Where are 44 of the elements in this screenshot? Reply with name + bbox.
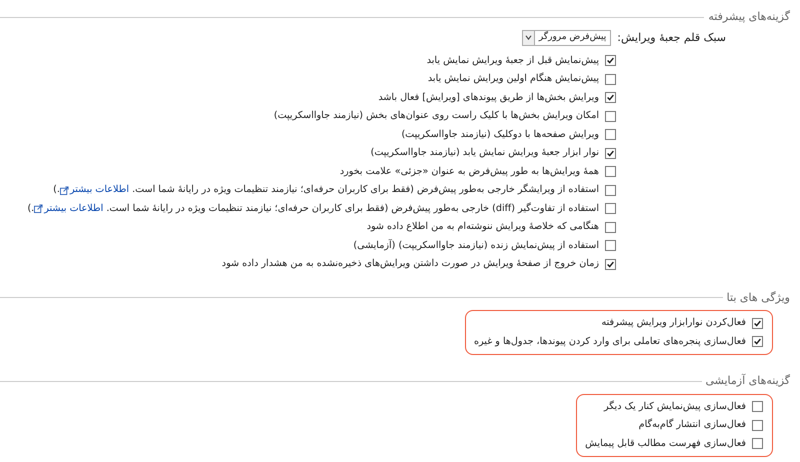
checkbox[interactable] — [752, 318, 763, 329]
section-title: گزینه‌های پیشرفته — [708, 9, 790, 25]
checkbox[interactable] — [605, 129, 616, 140]
checkbox[interactable] — [752, 336, 763, 348]
option-label: فعال‌سازی پنجره‌های تعاملی برای وارد کردن پیوندها، جدول‌ها و غیره — [474, 334, 746, 349]
option-label: فعال‌سازی فهرست مطالب قابل پیمایش — [585, 436, 746, 451]
checkbox[interactable] — [752, 401, 763, 412]
checkbox[interactable] — [605, 92, 616, 104]
option-label: امکان ویرایش بخش‌ها با کلیک راست روی عنوان‌های بخش (نیازمند جاوااسکریپت) — [274, 109, 599, 124]
option-label: استفاده از ویرایشگر خارجی به‌طور پیش‌فرض (فقط برای کاربران حرفه‌ای؛ نیازمند تنظیمات ویژه در رایانهٔ شما است. اطلاعات بیشتر .) — [53, 183, 599, 198]
option-label: فعال‌سازی پیش‌نمایش کنار یک دیگر — [604, 400, 746, 414]
option-label: پیش‌نمایش قبل از جعبهٔ ویرایش نمایش یابد — [426, 54, 599, 68]
option-label: استفاده از پیش‌نمایش زنده (نیازمند جاوااسکریپت) (آزمایشی) — [353, 238, 599, 253]
dropdown[interactable]: پیش‌فرض مرورگر — [522, 30, 612, 46]
external-link-icon — [34, 204, 44, 214]
checkbox[interactable] — [605, 55, 616, 66]
option-label: پیش‌نمایش هنگام اولین ویرایش نمایش یابد — [428, 72, 599, 86]
more-info-link[interactable]: اطلاعات بیشتر — [60, 183, 130, 198]
checkbox[interactable] — [605, 74, 616, 85]
checkbox[interactable] — [605, 240, 616, 252]
option-label: همهٔ ویرایش‌ها به طور پیش‌فرض به عنوان «جزئی» علامت بخورد — [340, 164, 599, 179]
field-label: سبک قلم جعبهٔ ویرایش: — [617, 30, 726, 46]
checkbox[interactable] — [752, 438, 763, 450]
caret-icon — [522, 30, 535, 44]
section-title: ویژگی های بتا — [726, 290, 790, 306]
checkbox[interactable] — [605, 166, 616, 178]
checkbox[interactable] — [605, 110, 616, 122]
option-label: ویرایش صفحه‌ها با دوکلیک (نیازمند جاوااسکریپت) — [401, 128, 599, 142]
checkbox[interactable] — [605, 184, 616, 196]
option-label: فعال‌سازی انتشار گام‌به‌گام — [638, 418, 746, 432]
option-label: هنگامی که خلاصهٔ ویرایش ننوشته‌ام به من اطلاع داده شود — [366, 220, 599, 234]
option-label: نوار ابزار جعبهٔ ویرایش نمایش یابد (نیازمند جاوااسکریپت) — [370, 146, 599, 160]
external-link-icon — [60, 186, 69, 195]
option-label: ویرایش بخش‌ها از طریق پیوندهای [ویرایش] فعال باشد — [378, 90, 599, 105]
checkbox[interactable] — [605, 148, 616, 159]
checkbox[interactable] — [605, 222, 616, 233]
more-info-link[interactable]: اطلاعات بیشتر — [34, 202, 104, 216]
option-label: فعال‌کردن نوارابزار ویرایش پیشرفته — [602, 316, 746, 330]
checkbox[interactable] — [605, 258, 616, 270]
option-label: زمان خروج از صفحهٔ ویرایش در صورت داشتن ویرایش‌های ذخیره‌نشده به من هشدار داده شود — [222, 257, 599, 272]
checkbox[interactable] — [605, 203, 616, 214]
section-title: گزینه‌های آزمایشی — [706, 373, 790, 389]
option-label: استفاده از تفاوت‌گیر (diff) خارجی به‌طور پیش‌فرض (فقط برای کاربران حرفه‌ای؛ نیازمند تنظیمات ویژه در رایانهٔ شما است. اطلاعات بیشتر .) — [27, 202, 599, 216]
checkbox[interactable] — [752, 420, 763, 431]
